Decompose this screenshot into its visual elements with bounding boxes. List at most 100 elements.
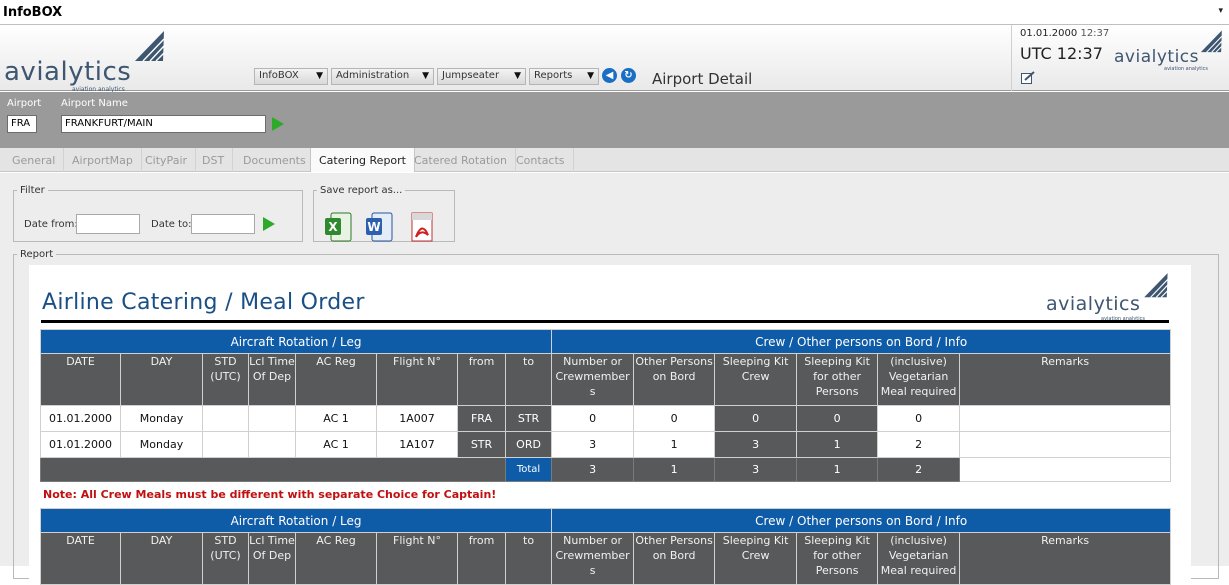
chevron-down-icon: ▼	[587, 71, 594, 81]
avialytics-logo-small: avialytics aviation analytics	[1114, 28, 1226, 72]
clock-date: 01.01.2000 12:37	[1020, 28, 1110, 39]
window-title-bar: InfoBOX ▾	[0, 0, 1229, 25]
menu-jumpseater[interactable]: Jumpseater ▼	[437, 68, 526, 85]
app-title: InfoBOX	[3, 5, 63, 20]
col-date: DATE	[40, 532, 121, 585]
col-day: DAY	[120, 353, 203, 406]
col-ac-reg: AC Reg	[295, 532, 377, 585]
go-arrow-icon[interactable]	[272, 117, 284, 131]
col-std: STD (UTC)	[202, 353, 249, 406]
date-to-input[interactable]	[191, 214, 255, 234]
crew-meal-note: Note: All Crew Meals must be different w…	[43, 488, 497, 501]
report-title: Airline Catering / Meal Order	[42, 290, 365, 315]
clock-utc: UTC 12:37	[1020, 44, 1103, 63]
tab-documents[interactable]: Documents	[235, 148, 315, 172]
col-from: from	[457, 353, 506, 406]
header-clock-panel: 01.01.2000 12:37 UTC 12:37 avialytics av…	[1011, 25, 1229, 91]
go-arrow-icon[interactable]	[263, 217, 275, 231]
tab-bar: General AirportMap CityPair DST Document…	[0, 148, 1229, 172]
report-legend: Report	[20, 249, 54, 260]
window-menu-dropdown-icon[interactable]: ▾	[1218, 6, 1223, 16]
airport-name-input[interactable]: FRANKFURT/MAIN	[61, 115, 266, 133]
col-lcl-time: Lcl Time Of Dep	[248, 532, 296, 585]
filter-box: Filter Date from: Date to:	[13, 185, 303, 242]
clock-time: 12:37	[1080, 28, 1110, 39]
avialytics-logo: avialytics aviation analytics	[4, 29, 174, 93]
date-from-input[interactable]	[76, 214, 140, 234]
col-flight-no: Flight N°	[376, 353, 458, 406]
tab-contacts[interactable]: Contacts	[508, 148, 574, 172]
back-icon[interactable]: ◀	[602, 68, 617, 83]
svg-text:X: X	[328, 220, 338, 234]
section-crew-info: Crew / Other persons on Bord / Info	[551, 329, 1172, 354]
tab-general[interactable]: General	[4, 148, 65, 172]
col-day: DAY	[120, 532, 203, 585]
page-title: Airport Detail	[652, 70, 753, 88]
col-sleeping-kit-other: Sleeping Kit for other Persons	[796, 353, 879, 406]
chevron-down-icon: ▼	[422, 71, 429, 81]
pdf-icon[interactable]	[407, 211, 436, 243]
logo-mark-icon	[1200, 30, 1223, 53]
catering-table: Aircraft Rotation / Leg Crew / Other per…	[39, 329, 1172, 482]
col-std: STD (UTC)	[202, 532, 249, 585]
chevron-down-icon: ▼	[316, 71, 323, 81]
logo-wordmark: avialytics	[1046, 293, 1141, 315]
col-remarks: Remarks	[959, 532, 1172, 585]
column-header-row: DATE DAY STD (UTC) Lcl Time Of Dep AC Re…	[40, 532, 1172, 585]
col-flight-no: Flight N°	[376, 532, 458, 585]
title-rule	[41, 320, 1169, 323]
catering-table-2: Aircraft Rotation / Leg Crew / Other per…	[39, 508, 1172, 585]
col-date: DATE	[40, 353, 121, 406]
word-icon[interactable]: W	[365, 211, 394, 243]
save-report-box: Save report as... X W	[313, 185, 455, 242]
tab-citypair[interactable]: CityPair	[137, 148, 197, 172]
col-other-persons: Other Persons on Bord	[633, 532, 716, 585]
filter-legend: Filter	[20, 185, 45, 196]
save-report-legend: Save report as...	[320, 185, 403, 196]
catering-report-panel: Filter Date from: Date to: Save report a…	[0, 173, 1229, 585]
col-to: to	[504, 353, 553, 406]
menu-administration[interactable]: Administration ▼	[331, 68, 434, 85]
date-to-label: Date to:	[151, 219, 192, 230]
report-document: Airline Catering / Meal Order avialytics…	[29, 265, 1191, 585]
date-from-label: Date from:	[24, 219, 78, 230]
col-to: to	[504, 532, 553, 585]
tab-dst[interactable]: DST	[194, 148, 234, 172]
col-remarks: Remarks	[959, 353, 1172, 406]
airport-name-label: Airport Name	[61, 98, 128, 109]
col-sleeping-kit-other: Sleeping Kit for other Persons	[796, 532, 879, 585]
excel-icon[interactable]: X	[324, 211, 353, 243]
edit-icon[interactable]	[1021, 71, 1035, 84]
total-label: Total	[504, 457, 553, 482]
logo-mark-icon	[1144, 273, 1168, 298]
airport-code-label: Airport	[7, 98, 42, 109]
table-row: 01.01.2000 Monday AC 1 1A107 STR ORD 3 1…	[40, 431, 1172, 458]
avialytics-logo-report: avialytics aviation analytics	[1046, 273, 1171, 322]
airport-selector: Airport Airport Name FRA FRANKFURT/MAIN	[0, 92, 1229, 148]
logo-wordmark: avialytics	[1114, 47, 1199, 67]
menu-infobox[interactable]: InfoBOX ▼	[254, 68, 328, 85]
col-lcl-time: Lcl Time Of Dep	[248, 353, 296, 406]
col-from: from	[457, 532, 506, 585]
airport-code-input[interactable]: FRA	[7, 115, 37, 133]
section-crew-info: Crew / Other persons on Bord / Info	[551, 508, 1172, 533]
col-vegetarian: (inclusive) Vegetarian Meal required	[877, 532, 961, 585]
table-row: 01.01.2000 Monday AC 1 1A007 FRA STR 0 0…	[40, 405, 1172, 432]
svg-text:W: W	[367, 220, 380, 234]
section-header-row: Aircraft Rotation / Leg Crew / Other per…	[39, 508, 1172, 533]
tab-airportmap[interactable]: AirportMap	[64, 148, 142, 172]
logo-wordmark: avialytics	[4, 57, 132, 87]
col-vegetarian: (inclusive) Vegetarian Meal required	[877, 353, 961, 406]
refresh-icon[interactable]: ↻	[621, 68, 636, 83]
tab-catering-report[interactable]: Catering Report	[310, 148, 415, 172]
col-sleeping-kit-crew: Sleeping Kit Crew	[714, 532, 798, 585]
header: avialytics aviation analytics InfoBOX ▼ A…	[0, 25, 1229, 93]
chevron-down-icon: ▼	[514, 71, 521, 81]
section-header-row: Aircraft Rotation / Leg Crew / Other per…	[39, 329, 1172, 354]
logo-tagline: aviation analytics	[1164, 66, 1208, 72]
col-ac-reg: AC Reg	[295, 353, 377, 406]
menu-reports[interactable]: Reports ▼	[529, 68, 599, 85]
section-rotation-leg: Aircraft Rotation / Leg	[39, 329, 553, 354]
logo-mark-icon	[135, 31, 165, 62]
tab-catered-rotation[interactable]: Catered Rotation	[406, 148, 517, 172]
